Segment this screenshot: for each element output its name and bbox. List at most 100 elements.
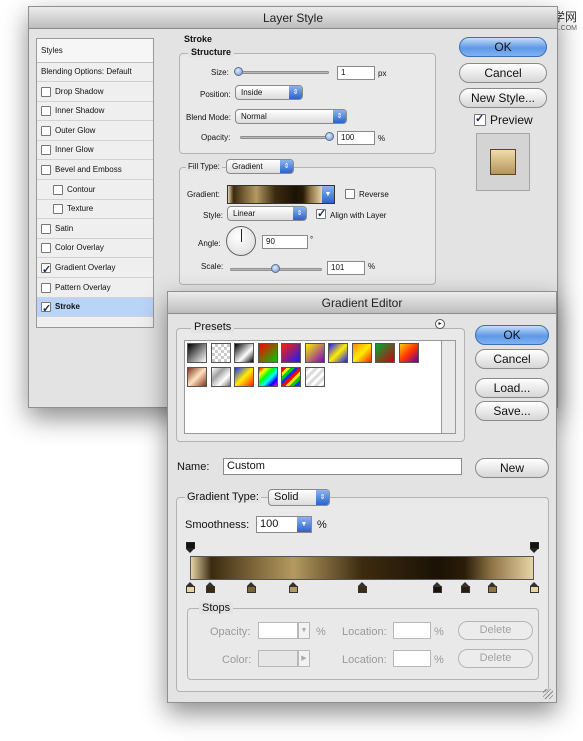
resize-grip-icon[interactable] bbox=[543, 689, 553, 699]
sidebar-item-checkbox[interactable] bbox=[41, 125, 51, 136]
stop-color-location-field[interactable] bbox=[393, 650, 431, 667]
color-stop[interactable] bbox=[488, 582, 498, 593]
preset-swatch[interactable] bbox=[234, 367, 254, 387]
opacity-slider-track[interactable] bbox=[240, 136, 330, 139]
sidebar-item-gradient-overlay[interactable]: Gradient Overlay bbox=[37, 259, 153, 279]
blend-mode-select[interactable]: Normal ⇕ bbox=[235, 109, 347, 124]
chevron-down-icon[interactable]: ▼ bbox=[297, 517, 311, 532]
sidebar-item-checkbox[interactable] bbox=[41, 106, 51, 117]
gradient-editor-titlebar[interactable]: Gradient Editor bbox=[168, 292, 556, 314]
sidebar-item-checkbox[interactable] bbox=[53, 204, 63, 215]
delete-color-stop-button[interactable]: Delete bbox=[458, 649, 533, 668]
opacity-field[interactable]: 100 bbox=[337, 131, 375, 145]
sidebar-item-blending-options-default[interactable]: Blending Options: Default bbox=[37, 63, 153, 82]
chevron-down-icon[interactable]: ▼ bbox=[298, 622, 310, 639]
preset-swatch[interactable] bbox=[281, 367, 301, 387]
layer-style-ok-button[interactable]: OK bbox=[459, 37, 547, 57]
delete-opacity-stop-button[interactable]: Delete bbox=[458, 621, 533, 640]
fill-type-select[interactable]: Gradient ⇕ bbox=[226, 159, 294, 174]
save-button[interactable]: Save... bbox=[475, 401, 549, 421]
sidebar-item-checkbox[interactable] bbox=[41, 145, 51, 156]
load-button[interactable]: Load... bbox=[475, 378, 549, 398]
preset-swatch[interactable] bbox=[187, 367, 207, 387]
color-stop[interactable] bbox=[433, 582, 443, 593]
preset-swatch[interactable] bbox=[328, 343, 348, 363]
scale-slider-knob[interactable] bbox=[271, 264, 280, 273]
sidebar-item-checkbox[interactable] bbox=[41, 243, 51, 254]
size-field[interactable]: 1 bbox=[337, 66, 375, 80]
color-stop[interactable] bbox=[247, 582, 257, 593]
preset-swatch[interactable] bbox=[257, 343, 278, 363]
size-slider-track[interactable] bbox=[237, 71, 329, 74]
color-stop[interactable] bbox=[185, 582, 195, 593]
color-stop[interactable] bbox=[288, 582, 298, 593]
presets-scrollbar[interactable] bbox=[442, 340, 456, 434]
preset-swatch[interactable] bbox=[351, 343, 372, 363]
sidebar-item-checkbox[interactable] bbox=[41, 86, 51, 97]
sidebar-item-bevel-and-emboss[interactable]: Bevel and Emboss bbox=[37, 161, 153, 180]
size-slider-knob[interactable] bbox=[233, 67, 243, 76]
sidebar-item-outer-glow[interactable]: Outer Glow bbox=[37, 121, 153, 141]
presets-menu-icon[interactable]: ▸ bbox=[435, 319, 445, 329]
color-stop[interactable] bbox=[460, 582, 470, 593]
color-stop[interactable] bbox=[357, 582, 367, 593]
preset-swatch[interactable] bbox=[234, 343, 254, 363]
stop-opacity-field[interactable] bbox=[258, 622, 298, 639]
sidebar-item-checkbox[interactable] bbox=[41, 165, 51, 175]
color-stop[interactable] bbox=[529, 582, 539, 593]
stop-color-swatch[interactable] bbox=[258, 650, 298, 667]
align-with-layer-checkbox[interactable] bbox=[316, 207, 326, 220]
sidebar-item-pattern-overlay[interactable]: Pattern Overlay bbox=[37, 278, 153, 298]
opacity-slider-knob[interactable] bbox=[325, 132, 334, 141]
new-gradient-button[interactable]: New bbox=[475, 458, 549, 478]
preset-swatch[interactable] bbox=[375, 343, 395, 363]
gradient-picker[interactable]: ▼ bbox=[227, 185, 335, 204]
new-style-button[interactable]: New Style... bbox=[459, 88, 547, 108]
preset-swatch[interactable] bbox=[304, 367, 325, 387]
sidebar-item-inner-glow[interactable]: Inner Glow bbox=[37, 141, 153, 161]
styles-header[interactable]: Styles bbox=[37, 39, 153, 63]
smoothness-field[interactable]: 100 ▼ bbox=[256, 516, 312, 533]
gradient-dropdown-arrow[interactable]: ▼ bbox=[322, 186, 334, 203]
gradient-type-select[interactable]: Solid ⇕ bbox=[268, 489, 330, 506]
angle-dial[interactable] bbox=[226, 226, 256, 256]
sidebar-item-stroke[interactable]: Stroke bbox=[37, 298, 153, 318]
opacity-stop[interactable] bbox=[185, 542, 195, 553]
sidebar-item-satin[interactable]: Satin bbox=[37, 219, 153, 239]
gradient-swatch[interactable] bbox=[228, 186, 322, 203]
sidebar-item-checkbox[interactable] bbox=[41, 282, 51, 293]
gradient-ok-button[interactable]: OK bbox=[475, 325, 549, 345]
gradient-bar[interactable] bbox=[190, 556, 534, 580]
sidebar-item-color-overlay[interactable]: Color Overlay bbox=[37, 239, 153, 259]
name-field[interactable]: Custom bbox=[223, 458, 462, 475]
style-select[interactable]: Linear ⇕ bbox=[227, 206, 307, 221]
sidebar-item-drop-shadow[interactable]: Drop Shadow bbox=[37, 82, 153, 102]
stop-opacity-location-field[interactable] bbox=[393, 622, 431, 639]
color-stop[interactable] bbox=[206, 582, 216, 593]
preset-swatch[interactable] bbox=[210, 367, 231, 387]
position-select[interactable]: Inside ⇕ bbox=[235, 85, 303, 100]
sidebar-item-checkbox[interactable] bbox=[41, 223, 51, 234]
sidebar-item-checkbox[interactable] bbox=[53, 184, 63, 195]
sidebar-item-checkbox[interactable] bbox=[41, 300, 51, 318]
sidebar-item-texture[interactable]: Texture bbox=[37, 200, 153, 220]
sidebar-item-contour[interactable]: Contour bbox=[37, 180, 153, 200]
chevron-right-icon[interactable]: ▶ bbox=[298, 650, 310, 667]
scale-field[interactable]: 101 bbox=[327, 261, 365, 275]
preset-swatch[interactable] bbox=[187, 343, 207, 363]
sidebar-item-label: Color Overlay bbox=[55, 243, 104, 253]
preset-swatch[interactable] bbox=[210, 343, 231, 363]
sidebar-item-inner-shadow[interactable]: Inner Shadow bbox=[37, 102, 153, 122]
reverse-checkbox[interactable] bbox=[345, 189, 355, 199]
preview-checkbox[interactable] bbox=[474, 112, 486, 126]
opacity-stop[interactable] bbox=[529, 542, 539, 553]
preset-swatch[interactable] bbox=[281, 343, 301, 363]
layer-style-cancel-button[interactable]: Cancel bbox=[459, 63, 547, 83]
layer-style-titlebar[interactable]: Layer Style bbox=[29, 7, 557, 29]
gradient-cancel-button[interactable]: Cancel bbox=[475, 349, 549, 369]
sidebar-item-checkbox[interactable] bbox=[41, 261, 51, 279]
preset-swatch[interactable] bbox=[398, 343, 419, 363]
angle-field[interactable]: 90 bbox=[262, 235, 308, 249]
preset-swatch[interactable] bbox=[257, 367, 278, 387]
preset-swatch[interactable] bbox=[304, 343, 325, 363]
